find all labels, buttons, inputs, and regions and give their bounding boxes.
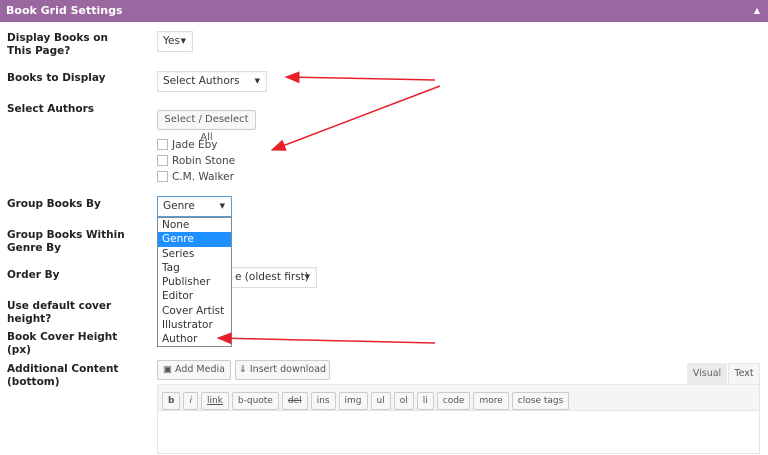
arrow <box>216 332 436 345</box>
annotation-arrows <box>216 71 441 345</box>
arrow <box>284 71 436 84</box>
arrow <box>270 85 441 151</box>
